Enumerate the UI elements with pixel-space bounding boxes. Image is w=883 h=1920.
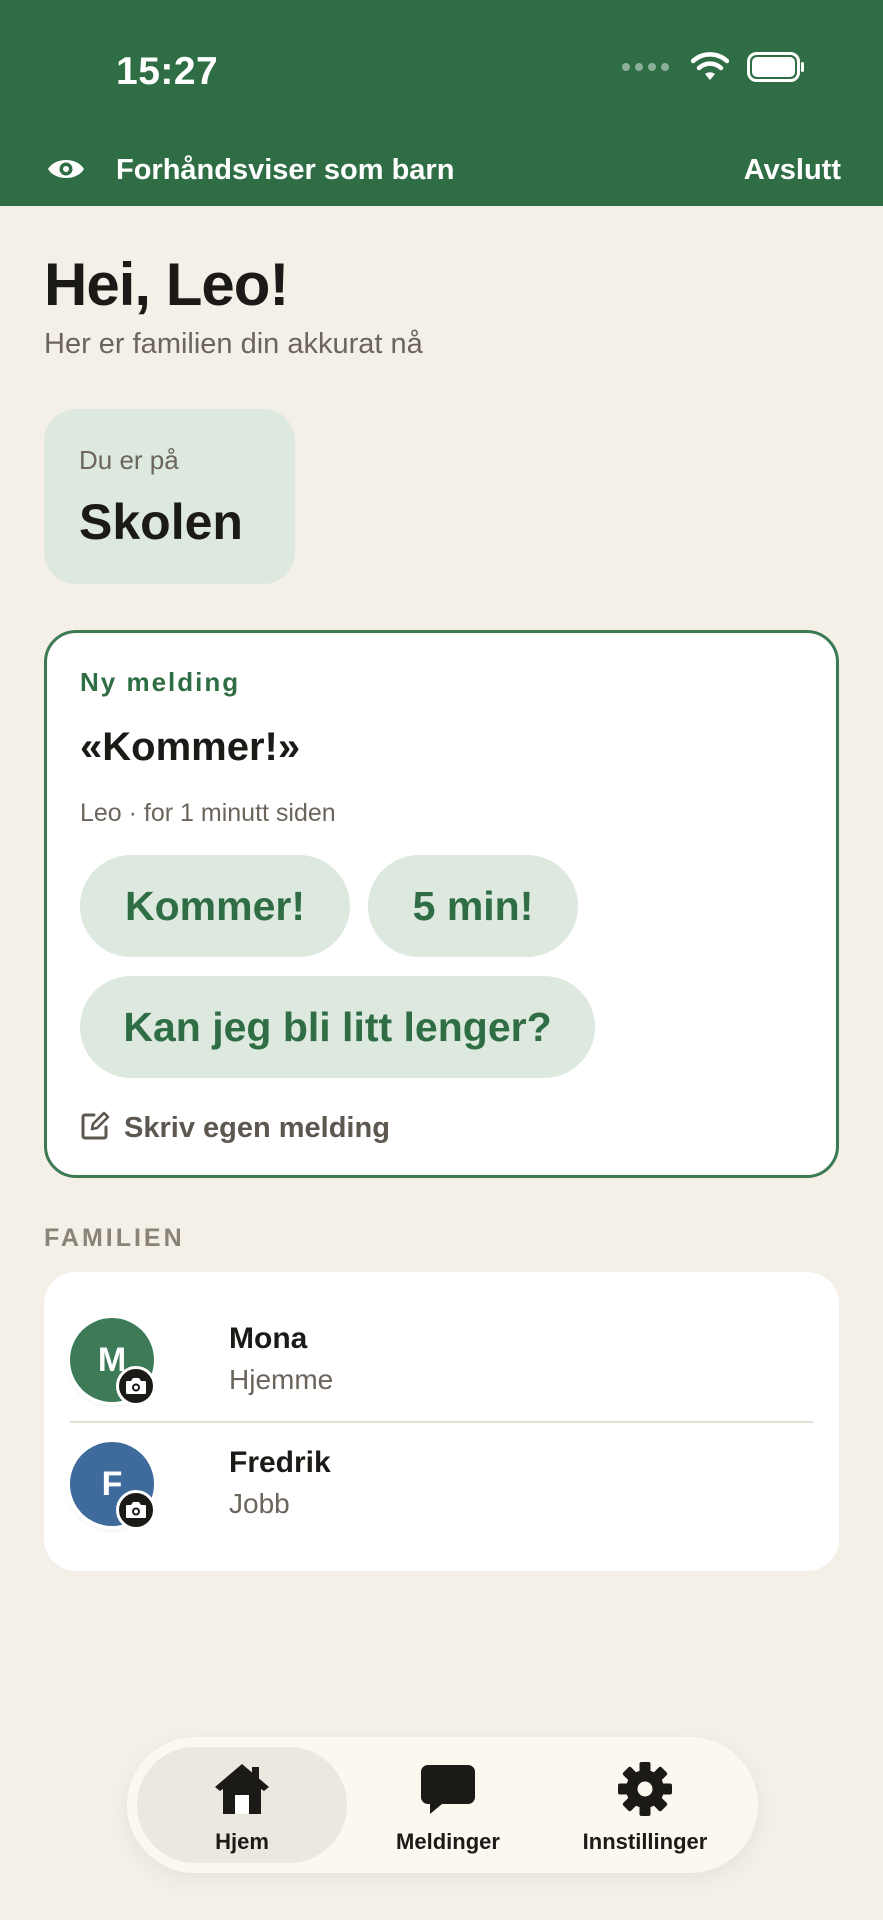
- member-location: Jobb: [229, 1488, 290, 1519]
- eye-icon: [46, 154, 86, 189]
- family-list: M Mona Hjemme F Fredrik Jobb: [44, 1272, 839, 1571]
- quick-reply-button[interactable]: Kan jeg bli litt lenger?: [80, 976, 595, 1078]
- preview-banner: Forhåndsviser som barn Avslutt: [0, 146, 883, 196]
- bottom-tab-bar: Hjem Meldinger Innstillinger: [127, 1737, 758, 1873]
- compose-icon: [80, 1111, 110, 1146]
- wifi-icon: [691, 52, 729, 82]
- tab-home[interactable]: Hjem: [137, 1747, 347, 1863]
- gear-icon: [617, 1761, 673, 1822]
- avatar: M: [70, 1318, 156, 1406]
- family-member-row[interactable]: M Mona Hjemme: [70, 1272, 813, 1406]
- family-member-row[interactable]: F Fredrik Jobb: [70, 1422, 813, 1546]
- tab-messages[interactable]: Meldinger: [343, 1747, 553, 1863]
- camera-icon: [116, 1366, 156, 1406]
- tab-label: Meldinger: [396, 1829, 500, 1854]
- message-kicker: Ny melding: [80, 667, 241, 697]
- quick-reply-button[interactable]: 5 min!: [368, 855, 578, 957]
- tab-settings[interactable]: Innstillinger: [540, 1747, 750, 1863]
- tab-label: Innstillinger: [582, 1829, 708, 1854]
- home-icon: [211, 1761, 273, 1822]
- write-own-message-label: Skriv egen melding: [124, 1112, 390, 1144]
- top-header: 15:27 Forhåndsviser som barn Avslutt: [0, 0, 883, 206]
- member-name: Fredrik: [229, 1446, 331, 1479]
- location-label: Du er på: [79, 445, 179, 475]
- new-message-card: Ny melding «Kommer!» Leo · for 1 minutt …: [44, 630, 839, 1178]
- member-location: Hjemme: [229, 1364, 334, 1395]
- avatar: F: [70, 1442, 156, 1530]
- write-own-message-button[interactable]: Skriv egen melding: [80, 1111, 390, 1146]
- camera-icon: [116, 1490, 156, 1530]
- chat-bubble-icon: [418, 1761, 478, 1822]
- location-value: Skolen: [79, 494, 243, 550]
- location-card: Du er på Skolen: [44, 409, 295, 584]
- page-title: Hei, Leo!: [44, 251, 289, 318]
- page-subtitle: Her er familien din akkurat nå: [44, 328, 423, 360]
- family-section-heading: FAMILIEN: [44, 1224, 185, 1252]
- exit-preview-button[interactable]: Avslutt: [744, 154, 841, 187]
- status-icons: [622, 52, 805, 82]
- tab-label: Hjem: [215, 1829, 269, 1854]
- member-name: Mona: [229, 1322, 308, 1355]
- battery-icon: [747, 52, 805, 82]
- message-text: «Kommer!»: [80, 725, 301, 769]
- message-meta: Leo · for 1 minutt siden: [80, 799, 336, 827]
- status-time: 15:27: [116, 50, 219, 93]
- preview-banner-text: Forhåndsviser som barn: [116, 154, 455, 186]
- quick-reply-button[interactable]: Kommer!: [80, 855, 350, 957]
- cellular-signal-icon: [622, 63, 669, 71]
